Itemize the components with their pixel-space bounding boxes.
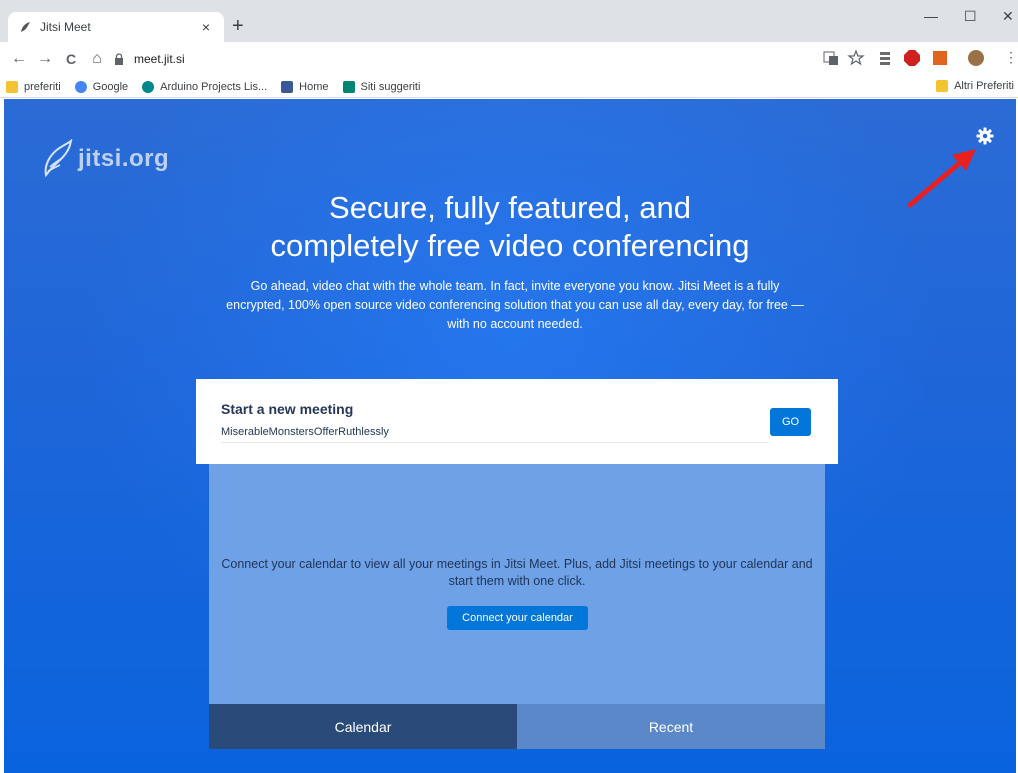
calendar-message: Connect your calendar to view all your m… [221,557,813,588]
bookmark-siti-suggeriti[interactable]: Siti suggeriti [342,80,420,93]
tab-title: Jitsi Meet [40,20,91,34]
back-button[interactable]: ← [6,50,32,68]
calendar-panel: Connect your calendar to view all your m… [209,464,825,704]
adblock-icon[interactable] [903,49,921,67]
bookmarks-bar: preferiti Google Arduino Projects Lis...… [0,76,1018,98]
browser-tab-jitsi[interactable]: Jitsi Meet × [8,12,224,42]
tab-close-icon[interactable]: × [198,19,214,35]
close-window-button[interactable]: ✕ [1002,8,1014,25]
jitsi-favicon-icon [21,22,30,32]
extension-orange-icon[interactable] [931,49,949,67]
hero-headline: Secure, fully featured, and completely f… [4,189,1016,265]
extension-list-icon[interactable] [876,49,894,67]
folder-icon [6,80,18,93]
jitsi-logo-icon [44,139,73,178]
bookmark-star-icon[interactable] [847,49,865,67]
bookmark-google[interactable]: Google [74,80,128,93]
bing-icon [342,80,355,93]
tab-recent[interactable]: Recent [517,704,825,749]
go-button[interactable]: GO [770,408,811,436]
url-text: meet.jit.si [134,52,185,66]
hero-subtitle: Go ahead, video chat with the whole team… [226,279,804,331]
browser-tab-bar: Jitsi Meet × + — ☐ ✕ [0,0,1018,42]
bookmark-arduino[interactable]: Arduino Projects Lis... [142,80,267,93]
headline-line-2: completely free video conferencing [270,228,750,263]
reload-button[interactable]: C [58,51,84,67]
translate-icon[interactable] [822,49,840,67]
arduino-icon [142,80,155,93]
folder-icon [936,80,949,92]
jitsi-logo[interactable]: jitsi.org [40,139,169,179]
lock-icon [115,53,123,65]
room-input-underline [221,442,769,443]
forward-button[interactable]: → [32,50,58,68]
new-meeting-card: Start a new meeting MiserableMonstersOff… [196,379,838,464]
meeting-tabs: Calendar Recent [209,704,825,749]
other-bookmarks[interactable]: Altri Preferiti [936,80,1014,92]
new-tab-button[interactable]: + [232,16,244,36]
profile-avatar-icon[interactable] [967,49,985,67]
home-button[interactable]: ⌂ [84,50,110,68]
tab-calendar[interactable]: Calendar [209,704,517,749]
address-bar[interactable]: meet.jit.si [110,46,830,72]
start-meeting-label: Start a new meeting [221,401,354,417]
headline-line-1: Secure, fully featured, and [329,190,691,225]
room-name-input[interactable]: MiserableMonstersOfferRuthlessly [221,426,389,438]
minimize-button[interactable]: — [924,8,938,24]
logo-text: jitsi.org [78,145,170,172]
facebook-icon [281,80,294,93]
connect-calendar-button[interactable]: Connect your calendar [447,606,588,630]
bookmark-home[interactable]: Home [281,80,329,93]
maximize-button[interactable]: ☐ [964,8,977,25]
browser-menu-icon[interactable]: ⋮ [1002,49,1018,67]
jitsi-welcome-page: jitsi.org Secure, fully featured, and co… [4,99,1016,773]
google-icon [74,80,87,93]
bookmark-preferiti[interactable]: preferiti [6,80,61,93]
